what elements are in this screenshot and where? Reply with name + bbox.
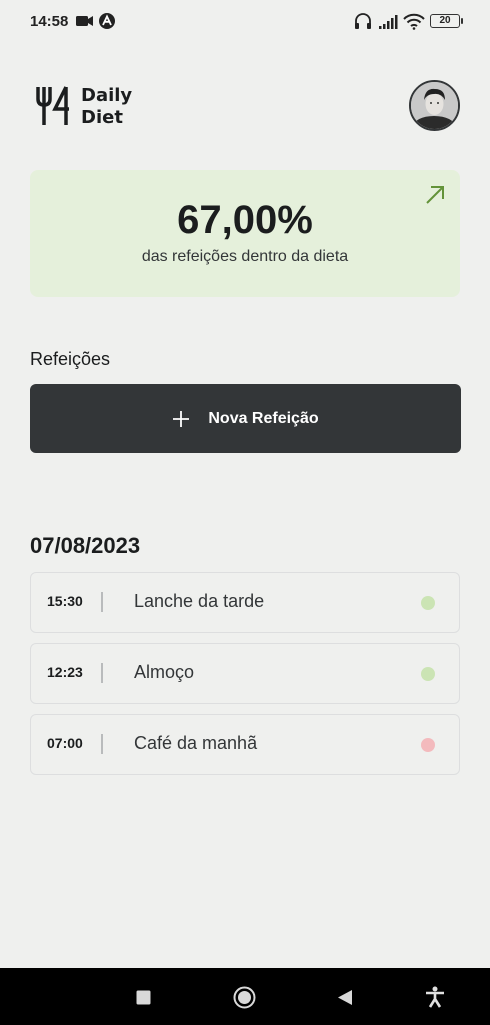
back-icon[interactable] [337, 989, 353, 1006]
meal-time: 07:00 [47, 735, 83, 751]
camera-icon [76, 16, 93, 26]
logo-text: Daily Diet [81, 85, 132, 129]
battery-icon: 20 [430, 14, 463, 28]
avatar-image [411, 82, 458, 129]
app-logo: Daily Diet [36, 85, 136, 129]
meal-name: Café da manhã [134, 733, 258, 753]
date-heading: 07/08/2023 [30, 533, 141, 558]
plus-icon [173, 410, 190, 427]
section-title: Refeições [30, 349, 111, 369]
meal-item[interactable]: 15:30 Lanche da tarde [30, 572, 460, 633]
square-icon[interactable] [136, 990, 151, 1005]
meal-item[interactable]: 12:23 Almoço [30, 643, 460, 704]
status-bar: 14:58 20 [0, 0, 490, 44]
avatar[interactable] [409, 80, 460, 131]
navigation-bar [0, 968, 490, 1025]
meal-time: 12:23 [47, 664, 83, 680]
wifi-icon [403, 13, 425, 30]
status-dot [421, 667, 435, 681]
divider [101, 734, 103, 754]
accessibility-icon[interactable] [425, 986, 445, 1008]
circle-icon[interactable] [233, 986, 256, 1009]
app-icon [99, 13, 115, 29]
summary-label: das refeições dentro da dieta [141, 248, 349, 265]
meal-item[interactable]: 07:00 Café da manhã [30, 714, 460, 775]
meal-time: 15:30 [47, 593, 83, 609]
signal-icon [379, 15, 398, 29]
logo-line2: Diet [81, 107, 123, 128]
headphones-icon [355, 13, 371, 29]
divider [101, 592, 103, 612]
meal-name: Lanche da tarde [134, 591, 265, 611]
status-dot [421, 738, 435, 752]
summary-percentage: 67,00% [177, 198, 313, 242]
logo-line1: Daily [81, 85, 133, 106]
add-meal-label: Nova Refeição [208, 409, 319, 427]
add-meal-button[interactable]: Nova Refeição [30, 384, 461, 453]
meal-name: Almoço [134, 662, 195, 682]
fork-knife-icon [36, 86, 69, 125]
summary-card[interactable]: 67,00% das refeições dentro da dieta [30, 170, 460, 297]
status-time: 14:58 [30, 13, 69, 30]
status-dot [421, 596, 435, 610]
arrow-up-right-icon[interactable] [424, 184, 446, 206]
divider [101, 663, 103, 683]
